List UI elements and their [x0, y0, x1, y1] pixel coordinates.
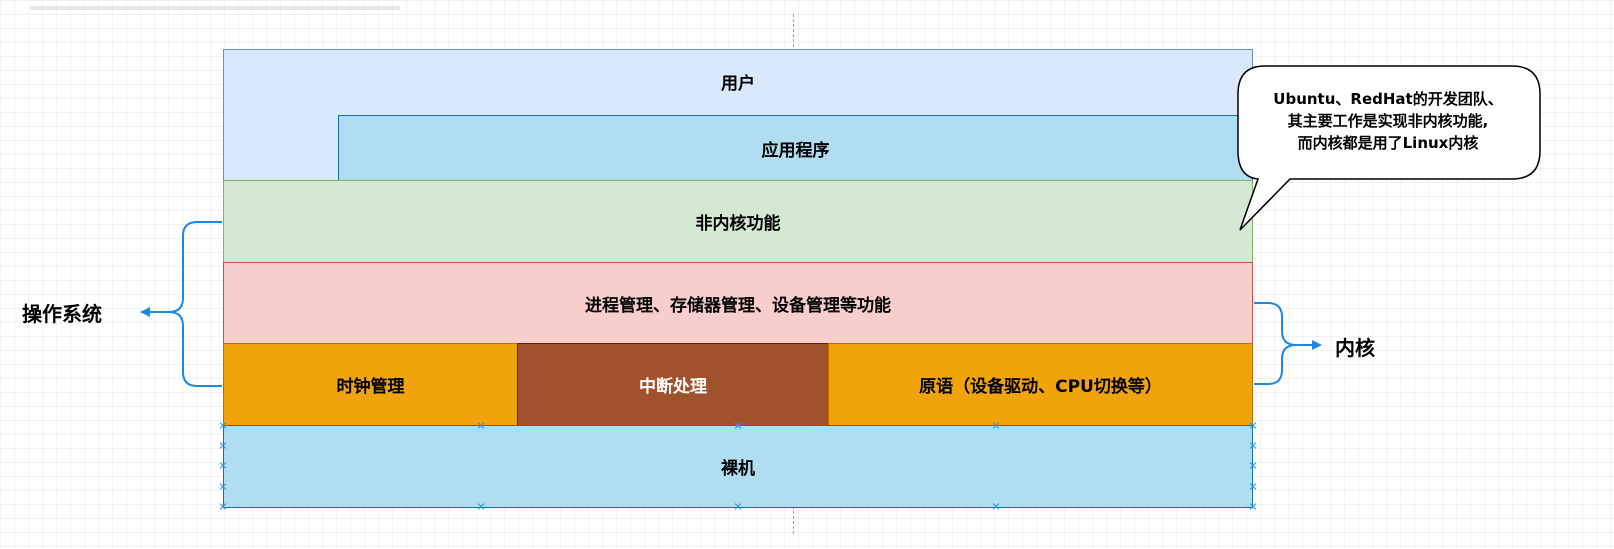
callout-text: Ubuntu、RedHat的开发团队、 其主要工作是实现非内核功能, 而内核都是… [1238, 88, 1538, 154]
os-label: 操作系统 [22, 302, 102, 326]
callout-line: 其主要工作是实现非内核功能, [1287, 112, 1489, 130]
callout-line: 而内核都是用了Linux内核 [1297, 134, 1479, 152]
os-brace [168, 221, 222, 387]
kernel-label: 内核 [1335, 336, 1375, 360]
connectors-overlay [140, 65, 1541, 387]
callout-line: Ubuntu、RedHat的开发团队、 [1273, 90, 1503, 108]
kernel-brace [1254, 302, 1297, 385]
